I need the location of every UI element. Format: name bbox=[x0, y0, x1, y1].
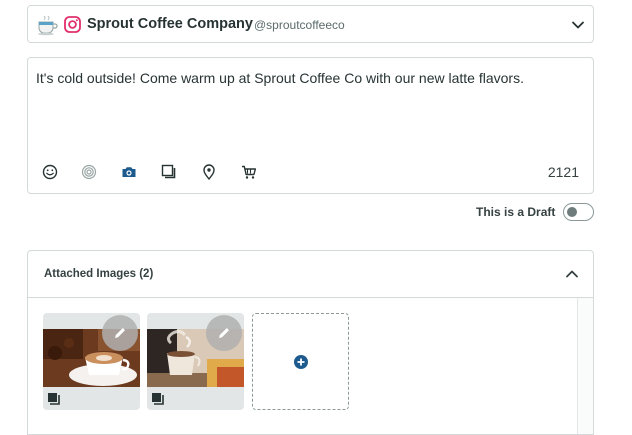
profile-selector[interactable]: Sprout Coffee Company @sproutcoffeeco bbox=[27, 5, 594, 43]
plus-circle-icon bbox=[294, 355, 308, 369]
gallery-icon[interactable] bbox=[160, 163, 178, 181]
scrollbar[interactable] bbox=[577, 298, 593, 434]
pencil-icon bbox=[219, 328, 229, 338]
message-composer[interactable]: It's cold outside! Come warm up at Sprou… bbox=[27, 57, 594, 194]
cart-icon[interactable] bbox=[240, 163, 258, 181]
camera-icon[interactable] bbox=[120, 163, 138, 181]
account-handle: @sproutcoffeeco bbox=[254, 18, 345, 32]
latte-art-image[interactable] bbox=[43, 313, 140, 410]
attached-images-header[interactable]: Attached Images (2) bbox=[28, 251, 593, 298]
chevron-up-icon[interactable] bbox=[565, 267, 579, 281]
target-icon[interactable] bbox=[80, 163, 98, 181]
stack-icon bbox=[47, 392, 61, 406]
message-text[interactable]: It's cold outside! Come warm up at Sprou… bbox=[36, 69, 585, 87]
attached-images-title: Attached Images (2) bbox=[44, 268, 154, 280]
draft-toggle[interactable] bbox=[563, 203, 594, 221]
edit-image-button[interactable] bbox=[206, 315, 242, 351]
add-image-button[interactable] bbox=[252, 313, 349, 410]
coffee-cup-avatar-icon bbox=[36, 14, 58, 36]
character-count: 2121 bbox=[547, 164, 579, 180]
attached-images-panel: Attached Images (2) bbox=[27, 250, 594, 435]
instagram-icon bbox=[64, 16, 81, 33]
steaming-coffee-image[interactable] bbox=[147, 313, 244, 410]
pencil-icon bbox=[115, 328, 125, 338]
location-pin-icon[interactable] bbox=[200, 163, 218, 181]
stack-icon bbox=[151, 392, 165, 406]
draft-label: This is a Draft bbox=[476, 205, 556, 219]
account-name: Sprout Coffee Company bbox=[87, 16, 253, 32]
chevron-down-icon[interactable] bbox=[571, 18, 585, 32]
smiley-icon[interactable] bbox=[41, 163, 59, 181]
edit-image-button[interactable] bbox=[102, 315, 138, 351]
toggle-knob bbox=[567, 207, 577, 217]
